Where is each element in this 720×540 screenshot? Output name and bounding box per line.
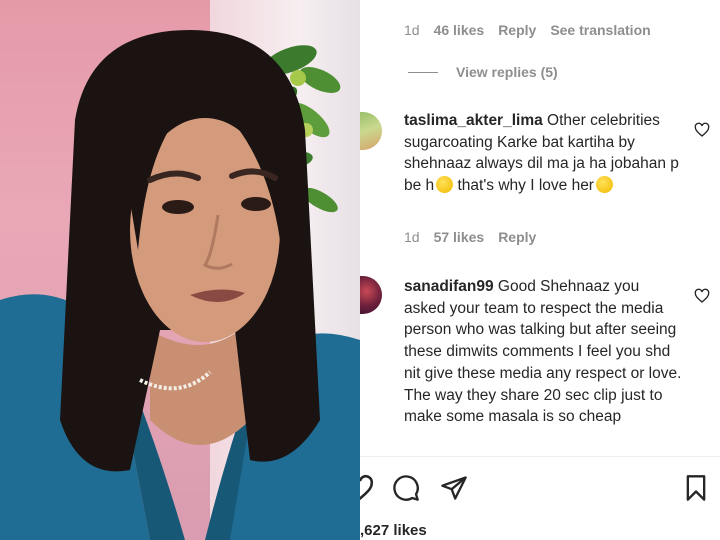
comment-username[interactable]: sanadifan99 — [404, 278, 494, 295]
comment-body: sanadifan99 Good Shehnaaz you asked your… — [404, 276, 684, 428]
divider — [360, 456, 720, 457]
heart-icon[interactable] — [694, 288, 710, 304]
comment-meta: 1d 57 likes Reply — [404, 229, 536, 245]
comment-likes-button[interactable]: 57 likes — [434, 229, 485, 245]
view-replies-line — [408, 71, 438, 73]
heart-icon[interactable] — [360, 474, 374, 502]
comment-meta: 1d 46 likes Reply See translation — [404, 22, 651, 38]
comment-icon[interactable] — [392, 474, 420, 502]
comment-age: 1d — [404, 22, 420, 38]
comment-text-part: Good Shehnaaz you asked your team to res… — [404, 278, 682, 426]
comment-age: 1d — [404, 229, 420, 245]
person-figure — [0, 30, 360, 540]
reply-button[interactable]: Reply — [498, 229, 536, 245]
avatar[interactable] — [360, 112, 382, 150]
comment-likes-button[interactable]: 46 likes — [434, 22, 485, 38]
reply-button[interactable]: Reply — [498, 22, 536, 38]
see-translation-button[interactable]: See translation — [550, 22, 650, 38]
post-actions — [360, 470, 720, 506]
post-likes-count[interactable]: ,627 likes — [360, 522, 427, 539]
send-icon[interactable] — [440, 474, 468, 502]
view-replies-button[interactable]: View replies (5) — [408, 64, 558, 80]
comment-username[interactable]: taslima_akter_lima — [404, 112, 543, 129]
comment-body: taslima_akter_lima Other celebrities sug… — [404, 110, 684, 197]
heart-eyes-face-icon — [595, 176, 613, 194]
comments-panel: 1d 46 likes Reply See translation View r… — [360, 0, 720, 540]
comment-text-part: that's why I love her — [453, 177, 594, 195]
bookmark-icon[interactable] — [682, 474, 710, 502]
view-replies-label: View replies (5) — [456, 64, 558, 80]
post-photo — [0, 0, 360, 540]
heart-icon[interactable] — [694, 122, 710, 138]
avatar[interactable] — [360, 276, 382, 314]
slightly-smiling-face-icon — [436, 176, 454, 194]
